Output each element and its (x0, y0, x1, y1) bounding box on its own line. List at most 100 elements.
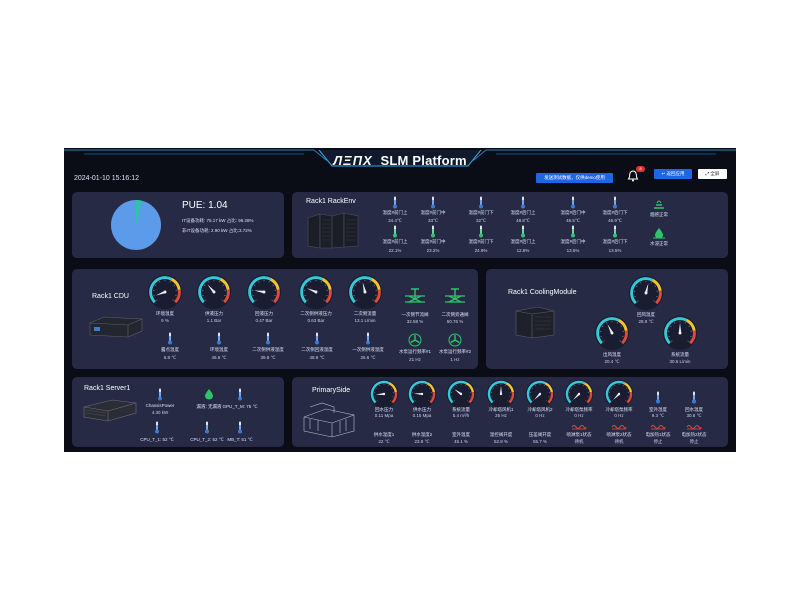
cdu-gauge-value: 1.1 Bar (206, 318, 222, 323)
primary-gauge (564, 379, 594, 409)
humidity-icon (571, 225, 575, 238)
pressure-gauge (347, 274, 383, 310)
primary-row2-value: 22 ℃ (378, 439, 390, 444)
temp-sensor-label: 温度#后门下 (602, 210, 628, 215)
server-chassis-image (83, 399, 137, 422)
leak-sensor-icon (205, 389, 213, 400)
primary-row2-label: 压差阀开度 (528, 432, 552, 437)
pue-nonit-power: 非IT设备功耗: 2.90 kW 占比:3.72% (182, 228, 252, 233)
primary-row2-label: 供水温度2 (411, 432, 433, 437)
temperature-gauge (628, 275, 664, 311)
pump-fan-icon (448, 333, 462, 347)
pump-label: 水泵运行频率#2 (438, 349, 471, 354)
cdu-device-image (89, 316, 143, 338)
temp-sensor-label: 温度#前门下 (468, 210, 494, 215)
cdu-temp-value: 26.6 ℃ (360, 355, 376, 360)
cooling-gauge-value: 30.6 L/min (669, 359, 691, 364)
status-value: 待机 (614, 439, 624, 444)
thermometer-icon (315, 332, 319, 345)
water-status-label: 水浸正常 (650, 241, 668, 246)
primary-gauge-value: 5.4 m³/h (452, 413, 470, 418)
thermometer-icon (366, 332, 370, 345)
temp-sensor-value: 46.9℃ (608, 218, 622, 223)
dashboard-screen: ЛΞΠX SLM Platform 2024-01-10 15:16:12 发送… (64, 148, 736, 452)
cdu-gauge-label: 回液压力 (255, 311, 273, 316)
status-value: 待机 (574, 439, 584, 444)
humidity-sensor-value: 12.8% (516, 248, 530, 253)
primary-building-image (303, 402, 355, 438)
thermometer-icon (431, 196, 435, 209)
temp-sensor-value: 34.4℃ (388, 218, 402, 223)
humidity-sensor-value: 22.1% (388, 248, 402, 253)
primary-gauge (369, 379, 399, 409)
back-to-app-button[interactable]: ↩ 返回应用 (654, 169, 692, 179)
pue-panel: PUE: 1.04 IT设备功耗: 75.17 kW 占比: 96.28% 非I… (72, 192, 284, 258)
humidity-icon (393, 225, 397, 238)
chassis-power-label: ChassisPower (145, 403, 175, 408)
server-temp-label: MB_T: 51 ℃ (227, 437, 253, 442)
spray-pump-icon (571, 425, 587, 430)
cdu-title: Rack1 CDU (92, 293, 129, 300)
valve-value: 32.58 % (406, 319, 424, 324)
primary-gauge (604, 379, 634, 409)
thermometer-icon (155, 421, 159, 434)
primary-row2-label: 室外温度 (452, 432, 470, 437)
cdu-gauge-label: 二次侧供液压力 (300, 311, 332, 316)
humidity-sensor-value: 24.9% (474, 248, 488, 253)
thermometer-icon (571, 196, 575, 209)
primary-gauge (525, 379, 555, 409)
cdu-temp-value: 6.8 ℃ (163, 355, 177, 360)
primary-row2-value: 45.1 % (453, 439, 468, 444)
temp-sensor-label: 温度#前门上 (382, 210, 408, 215)
pump-label: 水泵运行频率#1 (398, 349, 431, 354)
status-label: 喷淋泵1状态 (566, 432, 592, 437)
demo-notice-button[interactable]: 发送测试数据，仅供demo使用 (536, 173, 613, 183)
pressure-gauge (196, 274, 232, 310)
thermometer-icon (217, 332, 221, 345)
cooling-panel: Rack1 CoolingModule 回风温度 28.8 ℃ 出风温度 20.4 ℃… (486, 269, 728, 369)
fullscreen-button[interactable]: ⤢ 全屏 (698, 169, 727, 179)
humidity-sensor-label: 湿度#前门下 (468, 239, 494, 244)
status-label: 喷淋泵2状态 (606, 432, 632, 437)
humidity-sensor-value: 13.5% (608, 248, 622, 253)
humidity-icon (431, 225, 435, 238)
smoke-status-label: 烟感正常 (650, 212, 668, 217)
heater-icon (686, 425, 702, 430)
pressure-gauge (246, 274, 282, 310)
notification-badge: 8 (636, 166, 645, 172)
cdu-gauge-label: 二次侧流量 (353, 311, 377, 316)
pue-pie-chart (111, 200, 161, 250)
cooling-gauge-value: 20.4 ℃ (604, 359, 620, 364)
temp-sensor-value: 33℃ (427, 218, 439, 223)
humidity-sensor-value: 13.5% (566, 248, 580, 253)
thermometer-icon (613, 196, 617, 209)
cdu-panel: Rack1 CDU 环境温度 9 % 供液压力 1.1 Bar 回液压力 0.47 Bar… (72, 269, 478, 369)
thermometer-icon (521, 196, 525, 209)
back-label: 返回应用 (666, 171, 685, 176)
cdu-temp-value: 46.6 ℃ (211, 355, 227, 360)
heater-icon (650, 425, 666, 430)
valve-value: 50.76 % (446, 319, 464, 324)
cooling-module-image (515, 306, 555, 339)
humidity-sensor-value: 23.2% (426, 248, 440, 253)
cooling-title: Rack1 CoolingModule (508, 289, 577, 296)
cdu-gauge-label: 供液压力 (205, 311, 223, 316)
pump-fan-icon (408, 333, 422, 347)
thermometer-icon (479, 196, 483, 209)
pue-value: PUE: 1.04 (182, 200, 228, 211)
humidity-sensor-label: 湿度#前门上 (382, 239, 408, 244)
pump-value: 21 Hz (409, 357, 421, 362)
primary-title: PrimarySide (312, 387, 351, 394)
primary-row2-value: 52.8 % (493, 439, 508, 444)
primary-row2-label: 供水温度1 (373, 432, 395, 437)
cdu-temp-label: 二次侧供液温度 (252, 347, 284, 352)
temp-sensor-value: 32℃ (475, 218, 487, 223)
status-value: 停止 (689, 439, 699, 444)
pressure-gauge (147, 274, 183, 310)
server-panel: Rack1 Server1 ChassisPower 4.30 kW 漏液: 无漏液… (72, 377, 284, 447)
server-rack-image (307, 212, 359, 249)
water-leak-icon (653, 228, 665, 239)
cooling-gauge-label: 系统流量 (671, 352, 689, 357)
pressure-gauge (298, 274, 334, 310)
cdu-gauge-value: 9 % (161, 318, 169, 323)
